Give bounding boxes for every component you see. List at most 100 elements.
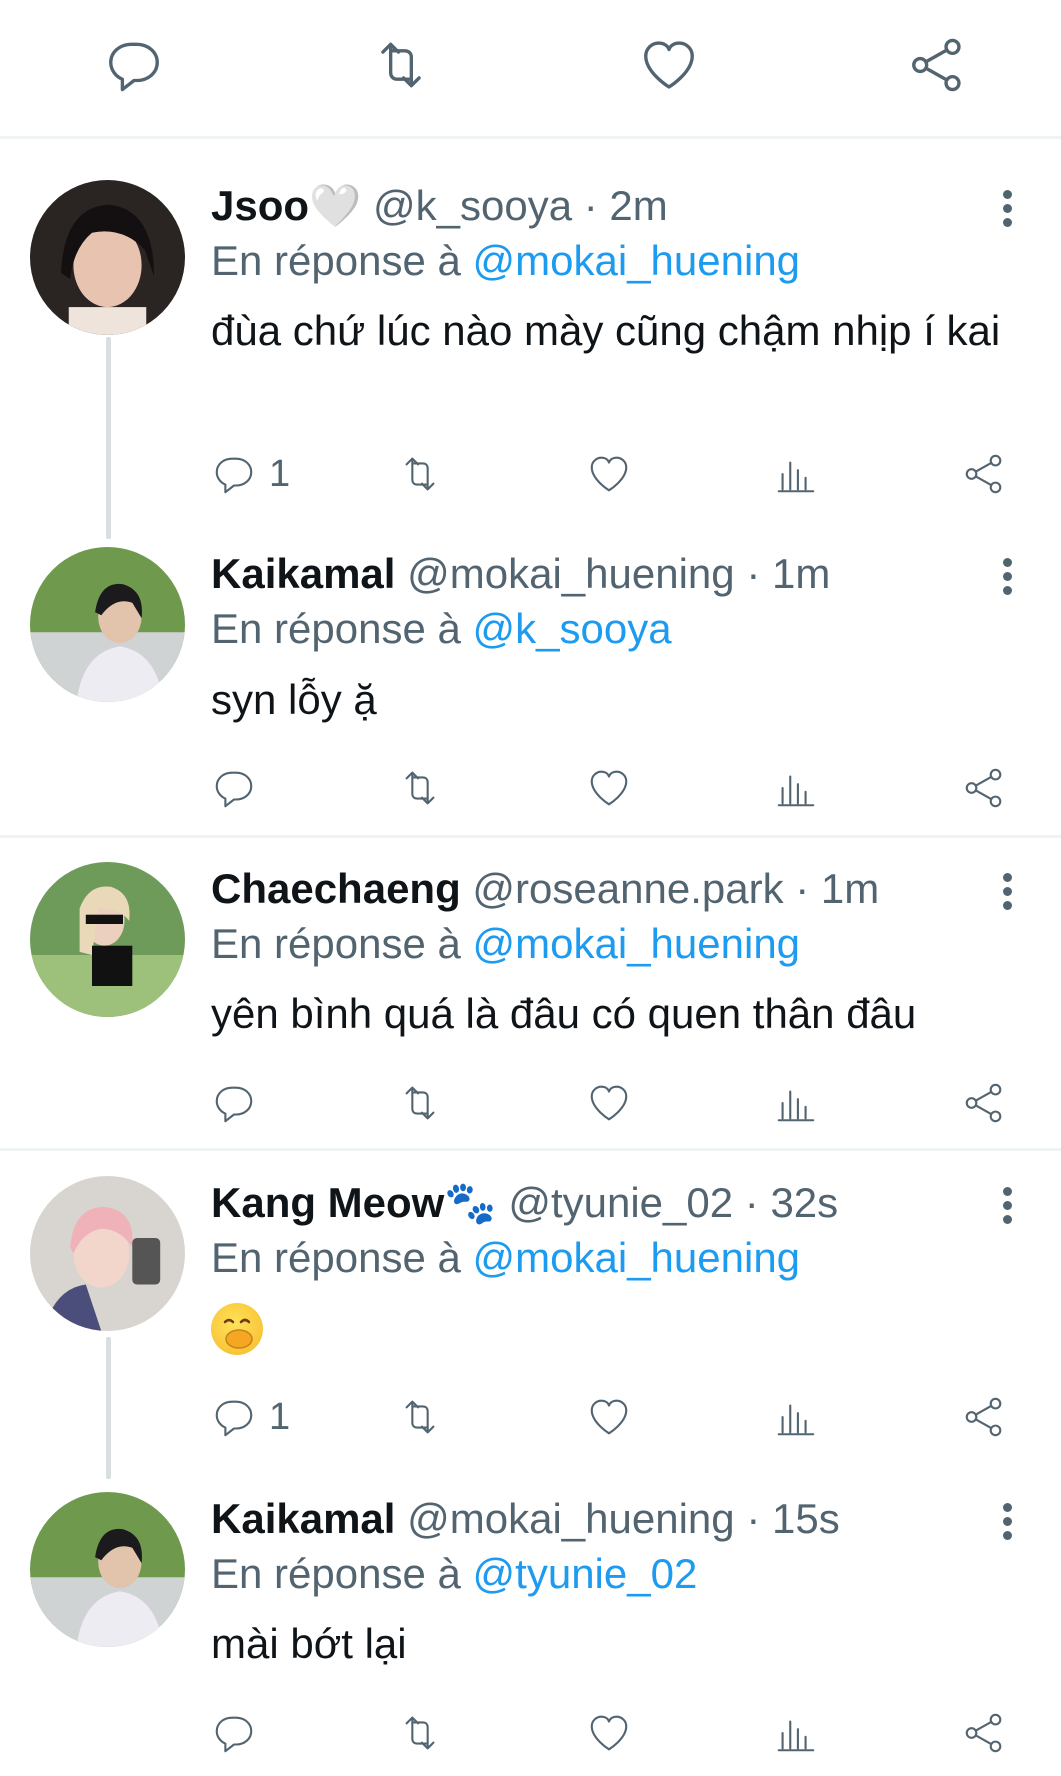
share-icon (961, 765, 1007, 811)
timestamp: 32s (770, 1179, 839, 1226)
retweet-button[interactable] (397, 448, 443, 500)
reply-mention[interactable]: @mokai_huening (473, 920, 801, 967)
analytics-button[interactable] (773, 1077, 819, 1129)
like-button[interactable] (586, 1391, 632, 1443)
tweet-actions: 1 (211, 1391, 1011, 1443)
avatar[interactable] (30, 547, 185, 702)
analytics-icon (773, 1710, 819, 1756)
tweet-emoji (211, 1303, 271, 1359)
reply-context: En réponse à @k_sooya (211, 604, 672, 654)
share-icon (961, 1080, 1007, 1126)
share-button[interactable] (961, 762, 1007, 814)
reply-button[interactable]: 1 (211, 448, 290, 500)
user-handle[interactable]: @mokai_huening (407, 550, 735, 597)
share-button[interactable] (961, 1391, 1007, 1443)
retweet-icon (397, 1394, 443, 1440)
timestamp: 15s (771, 1495, 840, 1542)
reply-button[interactable] (211, 1707, 269, 1759)
retweet-icon (397, 1710, 443, 1756)
reply-button[interactable]: 1 (211, 1391, 290, 1443)
separator-dot: · (583, 182, 598, 229)
reply-context: En réponse à @tyunie_02 (211, 1549, 697, 1599)
like-button[interactable] (586, 1077, 632, 1129)
more-options-icon[interactable] (1000, 190, 1014, 234)
reply-prefix: En réponse à (211, 1234, 461, 1281)
display-name[interactable]: Kaikamal (211, 1495, 395, 1542)
analytics-button[interactable] (773, 448, 819, 500)
reply-context: En réponse à @mokai_huening (211, 1233, 800, 1283)
analytics-icon (773, 1080, 819, 1126)
more-options-icon[interactable] (1000, 873, 1014, 917)
separator-dot: · (746, 550, 761, 597)
display-name[interactable]: Chaechaeng (211, 865, 461, 912)
reply-icon (211, 451, 257, 497)
avatar[interactable] (30, 180, 185, 335)
heart-icon[interactable] (638, 34, 700, 96)
like-button[interactable] (586, 1707, 632, 1759)
timestamp: 2m (609, 182, 668, 229)
tweet-text: mài bớt lại (211, 1620, 407, 1667)
share-icon (961, 1710, 1007, 1756)
analytics-button[interactable] (773, 1391, 819, 1443)
share-button[interactable] (961, 1707, 1007, 1759)
avatar[interactable] (30, 862, 185, 1017)
retweet-icon (397, 1080, 443, 1126)
share-button[interactable] (961, 1077, 1007, 1129)
like-button[interactable] (586, 448, 632, 500)
separator-dot: · (744, 1179, 759, 1226)
retweet-button[interactable] (397, 1077, 443, 1129)
share-button[interactable] (961, 448, 1007, 500)
more-options-icon[interactable] (1000, 1187, 1014, 1231)
timestamp: 1m (771, 550, 831, 597)
user-handle[interactable]: @k_sooya (373, 182, 572, 229)
avatar[interactable] (30, 1176, 185, 1331)
reply-button[interactable] (211, 762, 269, 814)
reply-icon (211, 1080, 257, 1126)
timestamp: 1m (820, 865, 880, 912)
more-options-icon[interactable] (1000, 1503, 1014, 1547)
display-name[interactable]: Kang Meow🐾 (211, 1179, 497, 1226)
reply-prefix: En réponse à (211, 920, 461, 967)
analytics-button[interactable] (773, 1707, 819, 1759)
reply-icon (211, 1394, 257, 1440)
tweet-actions (211, 1077, 1011, 1129)
share-icon (961, 451, 1007, 497)
reply-count: 1 (269, 1395, 291, 1438)
reply-mention[interactable]: @mokai_huening (473, 1234, 801, 1281)
like-button[interactable] (586, 762, 632, 814)
heart-icon (586, 765, 632, 811)
reply-mention[interactable]: @k_sooya (473, 605, 672, 652)
display-name[interactable]: Jsoo🤍 (211, 182, 361, 229)
reply-icon (211, 765, 257, 811)
retweet-button[interactable] (397, 762, 443, 814)
reply-prefix: En réponse à (211, 237, 461, 284)
tweet-action-bar (0, 0, 1061, 139)
user-handle[interactable]: @tyunie_02 (508, 1179, 733, 1226)
thread-connector (106, 1337, 111, 1479)
reply-icon[interactable] (103, 34, 165, 96)
reply-button[interactable] (211, 1077, 269, 1129)
retweet-button[interactable] (397, 1707, 443, 1759)
separator-dot: · (795, 865, 810, 912)
tweet-actions: 1 (211, 448, 1011, 500)
retweet-icon[interactable] (370, 34, 432, 96)
retweet-button[interactable] (397, 1391, 443, 1443)
user-handle[interactable]: @mokai_huening (407, 1495, 735, 1542)
heart-icon (586, 451, 632, 497)
user-handle[interactable]: @roseanne.park (472, 865, 783, 912)
share-icon[interactable] (906, 34, 968, 96)
tweet-actions (211, 1707, 1011, 1759)
separator-dot: · (746, 1495, 761, 1542)
reply-mention[interactable]: @tyunie_02 (473, 1550, 698, 1597)
more-options-icon[interactable] (1000, 558, 1014, 602)
reply-mention[interactable]: @mokai_huening (473, 237, 801, 284)
display-name[interactable]: Kaikamal (211, 550, 395, 597)
avatar[interactable] (30, 1492, 185, 1647)
tweet-actions (211, 762, 1011, 814)
reply-context: En réponse à @mokai_huening (211, 919, 800, 969)
thread-connector (106, 337, 111, 539)
reply-prefix: En réponse à (211, 605, 461, 652)
share-icon (961, 1394, 1007, 1440)
tweet-text: đùa chứ lúc nào mày cũng chậm nhịp í kai (211, 307, 1001, 354)
analytics-button[interactable] (773, 762, 819, 814)
